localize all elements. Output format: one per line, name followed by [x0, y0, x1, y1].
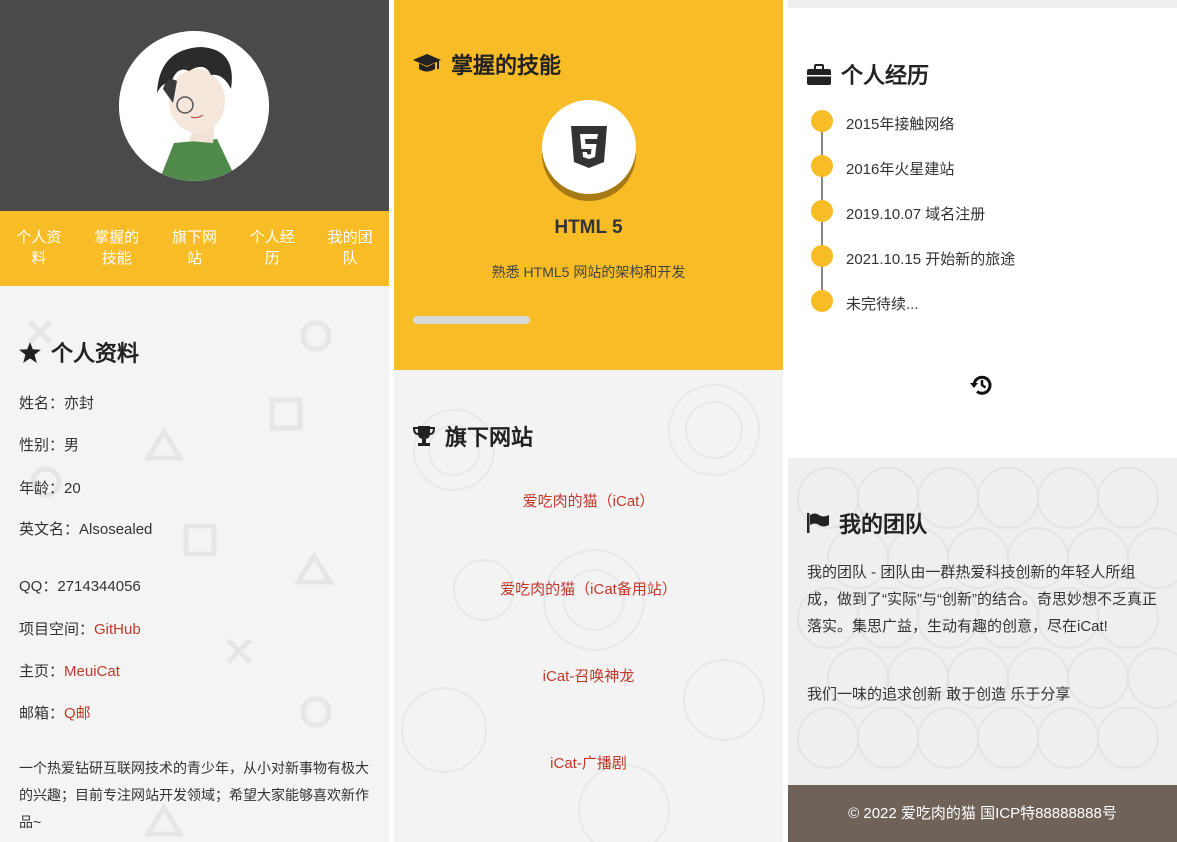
english-name-row: 英文名：Alsosealed	[19, 518, 152, 539]
timeline-item-2016: 2016年火星建站	[846, 161, 955, 178]
qq-label: QQ：	[19, 578, 58, 595]
skill-title: HTML 5	[554, 217, 623, 238]
english-name-label: 英文名：	[19, 521, 80, 538]
project-label: 项目空间：	[19, 621, 95, 638]
nav-item-team[interactable]: 我的团队	[311, 211, 389, 286]
sites-heading-text: 旗下网站	[445, 425, 534, 450]
skills-heading-text: 掌握的技能	[451, 53, 562, 78]
timeline-item-2019: 2019.10.07 域名注册	[846, 206, 986, 223]
email-row: 邮箱：Q邮	[19, 702, 91, 723]
html5-icon	[571, 126, 607, 168]
gender-row: 性别：男	[19, 434, 79, 455]
timeline-dot	[811, 290, 833, 312]
skills-sites-column: 掌握的技能 HTML 5 熟悉 HTML5 网站的架构和开发 旗下网站 爱吃肉的…	[394, 0, 783, 842]
history-icon[interactable]	[970, 373, 994, 397]
timeline-dot	[811, 155, 833, 177]
age-value: 20	[64, 480, 81, 497]
homepage-link[interactable]: MeuiCat	[64, 663, 120, 680]
timeline-dot	[811, 200, 833, 222]
email-link[interactable]: Q邮	[64, 705, 91, 722]
qq-row: QQ：2714344056	[19, 575, 141, 596]
project-row: 项目空间：GitHub	[19, 618, 141, 639]
team-heading: 我的团队	[807, 507, 927, 539]
skills-section: 掌握的技能 HTML 5 熟悉 HTML5 网站的架构和开发	[394, 0, 783, 370]
timeline-dot	[811, 110, 833, 132]
qq-value: 2714344056	[57, 578, 141, 595]
experience-heading-text: 个人经历	[841, 63, 930, 88]
trophy-icon	[413, 426, 435, 446]
experience-section: 个人经历 2015年接触网络 2016年火星建站 2019.10.07 域名注册…	[788, 8, 1177, 458]
team-motto: 我们一味的追求创新 敢于创造 乐于分享	[807, 686, 1071, 703]
site-link-icat-dragon[interactable]: iCat-召唤神龙	[394, 665, 783, 686]
flag-icon	[807, 513, 829, 533]
profile-heading: 个人资料	[19, 336, 139, 368]
age-label: 年龄：	[19, 480, 65, 497]
timeline-item-2015: 2015年接触网络	[846, 116, 955, 133]
bio-text: 一个热爱钻研互联网技术的青少年，从小对新事物有极大的兴趣；目前专注网站开发领域；…	[19, 760, 369, 830]
gender-label: 性别：	[19, 437, 65, 454]
main-nav: 个人资料 掌握的技能 旗下网站 个人经历 我的团队	[0, 211, 389, 286]
skills-heading: 掌握的技能	[413, 48, 561, 80]
briefcase-icon	[807, 63, 831, 85]
nav-item-experience[interactable]: 个人经历	[233, 211, 311, 286]
skill-progress-bar	[413, 316, 530, 324]
footer-text: © 2022 爱吃肉的猫 国ICP特88888888号	[848, 805, 1117, 822]
footer: © 2022 爱吃肉的猫 国ICP特88888888号	[788, 785, 1177, 842]
team-heading-text: 我的团队	[839, 512, 928, 537]
profile-column: 个人资料 掌握的技能 旗下网站 个人经历 我的团队 个人资料 姓名：亦封 性别：…	[0, 0, 389, 842]
name-row: 姓名：亦封	[19, 392, 94, 413]
experience-heading: 个人经历	[807, 58, 929, 90]
site-link-icat-backup[interactable]: 爱吃肉的猫（iCat备用站）	[394, 578, 783, 599]
name-label: 姓名：	[19, 395, 65, 412]
profile-heading-text: 个人资料	[51, 341, 140, 366]
name-value: 亦封	[64, 395, 95, 412]
timeline-dot	[811, 245, 833, 267]
team-description: 我的团队 - 团队由一群热爱科技创新的年轻人所组成，做到了“实际”与“创新”的结…	[807, 564, 1157, 635]
age-row: 年龄：20	[19, 477, 81, 498]
timeline-item-2021: 2021.10.15 开始新的旅途	[846, 251, 1016, 268]
email-label: 邮箱：	[19, 705, 65, 722]
gender-value: 男	[64, 437, 80, 454]
experience-team-column: 个人经历 2015年接触网络 2016年火星建站 2019.10.07 域名注册…	[788, 0, 1177, 842]
github-link[interactable]: GitHub	[94, 621, 141, 638]
site-link-icat[interactable]: 爱吃肉的猫（iCat）	[394, 490, 783, 511]
graduation-cap-icon	[413, 54, 441, 72]
timeline-item-tbc: 未完待续...	[846, 296, 919, 313]
homepage-label: 主页：	[19, 663, 65, 680]
skill-description: 熟悉 HTML5 网站的架构和开发	[491, 264, 686, 280]
nav-item-skills[interactable]: 掌握的技能	[78, 211, 156, 286]
site-link-icat-radio-drama[interactable]: iCat-广播剧	[394, 752, 783, 773]
english-name-value: Alsosealed	[79, 521, 153, 538]
sites-heading: 旗下网站	[413, 420, 533, 452]
homepage-row: 主页：MeuiCat	[19, 660, 120, 681]
nav-item-profile[interactable]: 个人资料	[0, 211, 78, 286]
avatar	[119, 31, 269, 181]
nav-item-sites[interactable]: 旗下网站	[156, 211, 234, 286]
star-icon	[19, 341, 41, 363]
html5-badge	[542, 100, 636, 194]
